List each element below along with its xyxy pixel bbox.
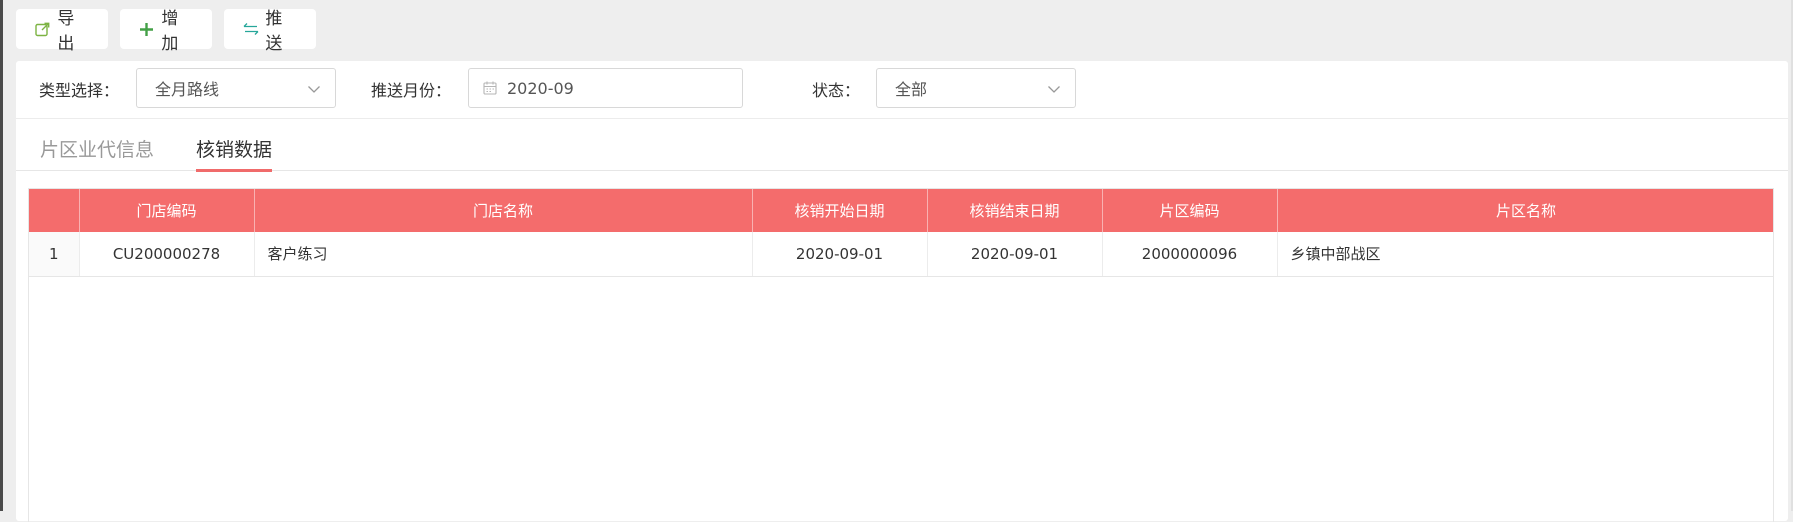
chevron-down-icon (1047, 81, 1061, 100)
type-select-value: 全月路线 (155, 80, 220, 99)
add-button[interactable]: 增加 (120, 9, 212, 54)
cell-area-code: 2000000096 (1102, 232, 1278, 277)
export-button[interactable]: 导出 (16, 9, 108, 54)
cell-end-date: 2020-09-01 (927, 232, 1103, 277)
export-icon (34, 20, 51, 38)
window-left-edge (0, 0, 3, 511)
month-date-value: 2020-09 (507, 78, 574, 98)
calendar-icon (483, 81, 497, 95)
tab-area-agent-info[interactable]: 片区业代信息 (40, 135, 154, 172)
tab-label: 核销数据 (196, 139, 273, 161)
cell-area-name: 乡镇中部战区 (1277, 232, 1773, 277)
status-select[interactable]: 全部 (876, 68, 1076, 108)
table-header-row: 门店编码 门店名称 核销开始日期 核销结束日期 片区编码 片区名称 (29, 189, 1773, 232)
header-index (29, 189, 80, 232)
row-index: 1 (29, 232, 80, 277)
header-area-name[interactable]: 片区名称 (1277, 189, 1773, 232)
cell-store-code: CU200000278 (79, 232, 255, 277)
status-filter-label: 状态： (812, 81, 861, 100)
type-select[interactable]: 全月路线 (136, 68, 336, 108)
add-label: 增加 (161, 9, 179, 54)
tab-label: 片区业代信息 (40, 139, 155, 161)
table-row[interactable]: 1 CU200000278 客户练习 2020-09-01 2020-09-01… (29, 232, 1773, 277)
data-grid: 门店编码 门店名称 核销开始日期 核销结束日期 片区编码 片区名称 1 CU20… (29, 189, 1773, 277)
main-panel: 类型选择： 全月路线 推送月份： 2020-09 状态： 全部 片区业代信息 核… (16, 61, 1788, 522)
push-label: 推送 (265, 9, 283, 54)
month-date-input[interactable]: 2020-09 (468, 68, 743, 108)
filter-bar: 类型选择： 全月路线 推送月份： 2020-09 状态： 全部 (16, 61, 1788, 119)
tab-bar: 片区业代信息 核销数据 (16, 119, 1788, 172)
header-store-name[interactable]: 门店名称 (254, 189, 753, 232)
writeoff-table: 门店编码 门店名称 核销开始日期 核销结束日期 片区编码 片区名称 1 CU20… (28, 188, 1774, 522)
type-filter-label: 类型选择： (39, 81, 120, 100)
toolbar: 导出 增加 推送 (16, 9, 316, 54)
month-filter-label: 推送月份： (371, 81, 452, 100)
swap-arrows-icon (242, 20, 259, 38)
active-tab-indicator (196, 169, 273, 172)
cell-store-name: 客户练习 (254, 232, 753, 277)
header-end-date[interactable]: 核销结束日期 (927, 189, 1103, 232)
chevron-down-icon (307, 81, 321, 100)
status-select-value: 全部 (895, 80, 928, 99)
export-label: 导出 (57, 9, 75, 54)
plus-icon (138, 20, 155, 38)
tab-writeoff-data[interactable]: 核销数据 (196, 135, 273, 172)
cell-start-date: 2020-09-01 (752, 232, 928, 277)
header-start-date[interactable]: 核销开始日期 (752, 189, 928, 232)
header-store-code[interactable]: 门店编码 (79, 189, 255, 232)
push-button[interactable]: 推送 (224, 9, 316, 54)
header-area-code[interactable]: 片区编码 (1102, 189, 1278, 232)
